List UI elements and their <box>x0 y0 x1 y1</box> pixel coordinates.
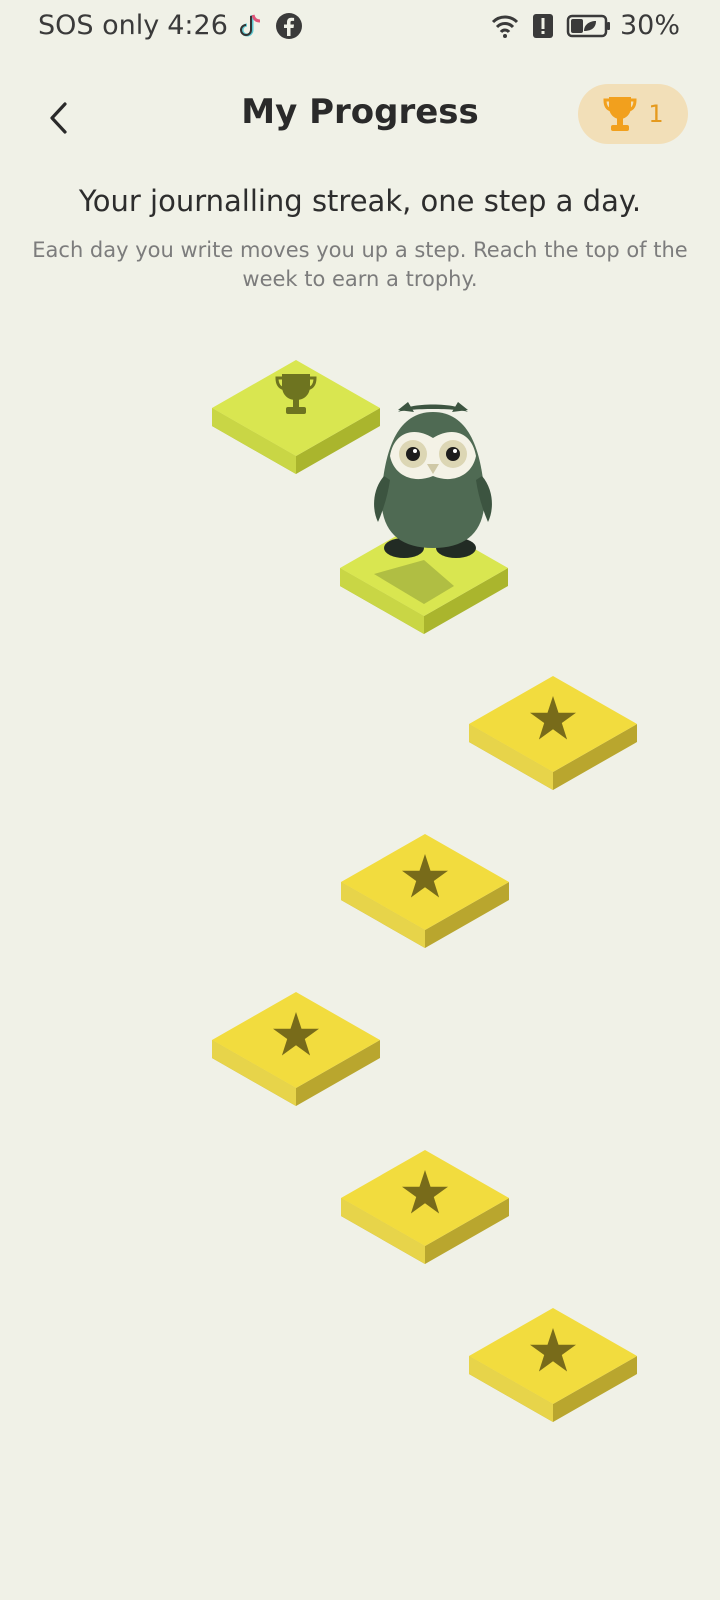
trophy-count-badge[interactable]: 1 <box>578 84 688 144</box>
battery-percent: 30% <box>619 10 680 41</box>
alert-icon <box>532 13 553 38</box>
streak-description: Each day you write moves you up a step. … <box>32 238 688 291</box>
battery-saver-icon <box>566 14 610 37</box>
clock: 4:26 <box>167 10 228 41</box>
step-tile-day-5[interactable] <box>463 668 643 792</box>
streak-subtitle: Your journalling streak, one step a day. <box>78 184 642 218</box>
trophy-count: 1 <box>648 100 664 128</box>
status-left: SOS only 4:26 <box>38 10 304 41</box>
status-bar: SOS only 4:26 30% <box>0 0 720 56</box>
status-right: 30% <box>490 10 680 41</box>
carrier-label: SOS only <box>38 10 160 41</box>
trophy-icon <box>603 97 637 131</box>
step-tile-day-4[interactable] <box>335 826 515 950</box>
step-tile-day-3[interactable] <box>206 984 386 1108</box>
step-tile-day-2[interactable] <box>335 1142 515 1266</box>
tiktok-icon <box>239 14 260 36</box>
wifi-icon <box>491 15 519 38</box>
owl-mascot <box>374 402 492 558</box>
facebook-icon <box>275 12 302 39</box>
step-tile-trophy-goal[interactable] <box>206 352 386 476</box>
step-tile-day-1[interactable] <box>463 1300 643 1424</box>
